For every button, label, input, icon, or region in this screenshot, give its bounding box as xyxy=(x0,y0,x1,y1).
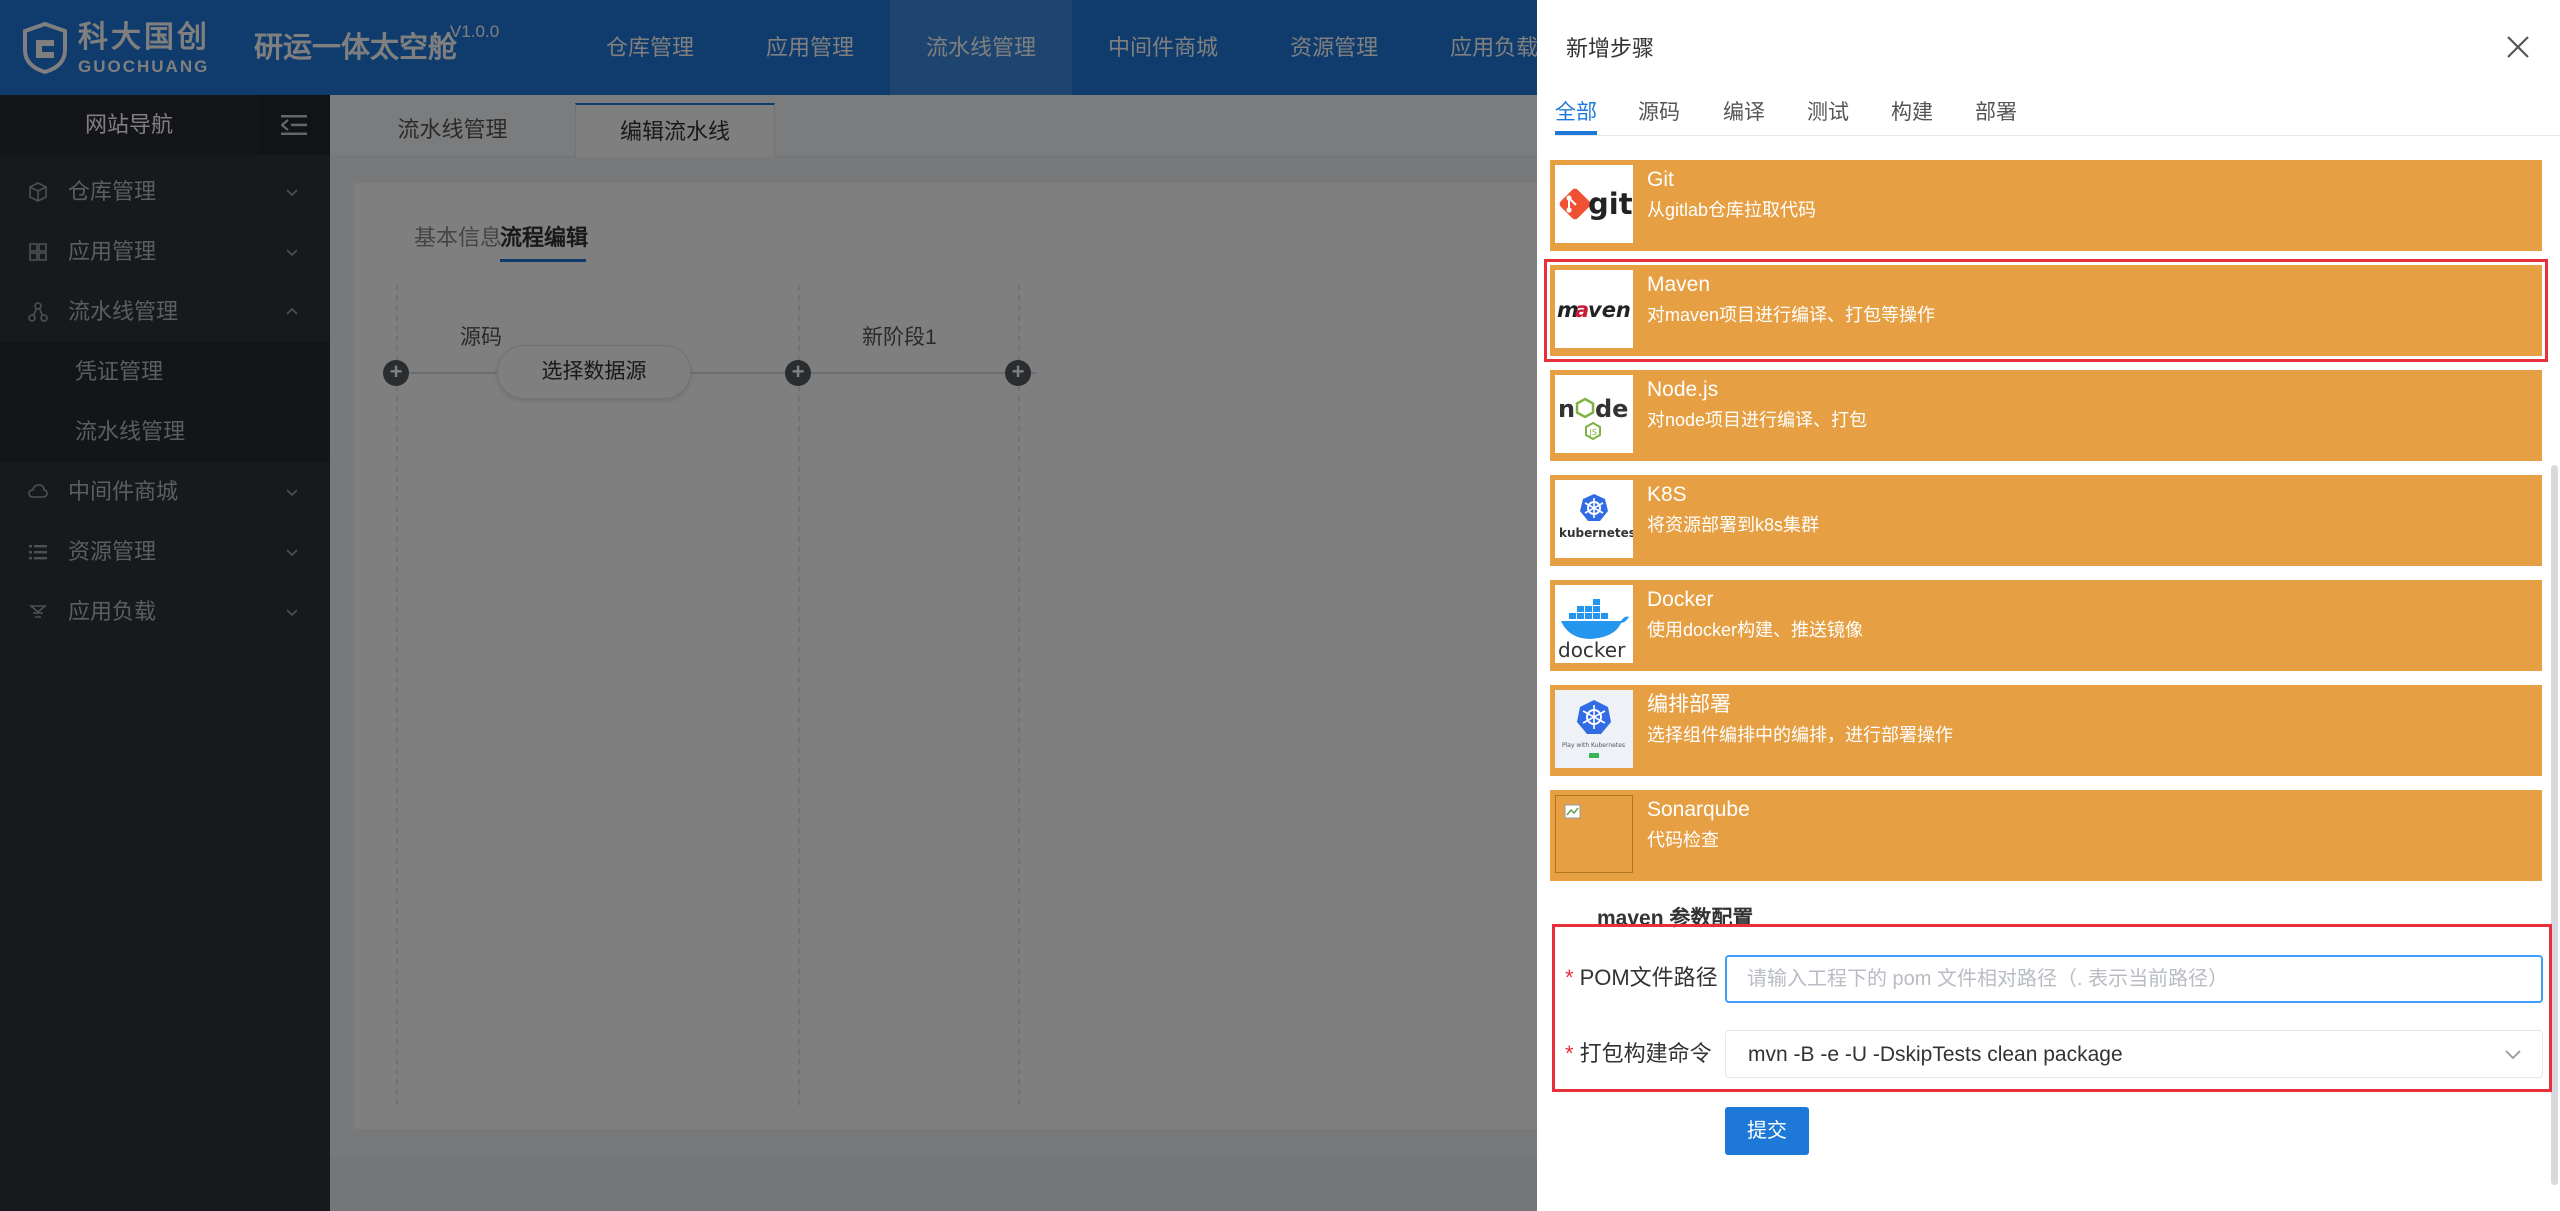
required-asterisk: * xyxy=(1565,1041,1574,1066)
svg-text:docker: docker xyxy=(1558,638,1626,662)
svg-text:git: git xyxy=(1588,187,1633,221)
svg-text:Play with Kubernetes: Play with Kubernetes xyxy=(1562,742,1625,749)
close-icon[interactable] xyxy=(2503,32,2533,62)
step-desc: 选择组件编排中的编排，进行部署操作 xyxy=(1647,725,1953,745)
maven-logo: m a ven xyxy=(1555,270,1633,348)
step-name: K8S xyxy=(1647,483,1687,506)
build-command-label: * 打包构建命令 xyxy=(1565,1039,1712,1069)
category-tab-test[interactable]: 测试 xyxy=(1807,94,1849,132)
svg-text:ven: ven xyxy=(1588,298,1631,322)
step-desc: 对maven项目进行编译、打包等操作 xyxy=(1647,305,1936,325)
drawer-scrollbar[interactable] xyxy=(2551,465,2558,1185)
step-desc: 将资源部署到k8s集群 xyxy=(1647,515,1820,535)
category-tab-all[interactable]: 全部 xyxy=(1555,94,1597,132)
docker-logo: docker xyxy=(1555,585,1633,663)
step-name: 编排部署 xyxy=(1647,693,1731,716)
category-tab-source[interactable]: 源码 xyxy=(1638,94,1680,132)
step-card-k8s[interactable]: kubernetes K8S 将资源部署到k8s集群 xyxy=(1550,475,2542,566)
step-name: Docker xyxy=(1647,588,1714,611)
step-desc: 使用docker构建、推送镜像 xyxy=(1647,620,1864,640)
step-name: Git xyxy=(1647,168,1674,191)
category-underline xyxy=(1555,131,1597,135)
svg-text:JS: JS xyxy=(1589,428,1597,437)
build-command-value: mvn -B -e -U -DskipTests clean package xyxy=(1748,1043,2123,1066)
svg-text:kubernetes: kubernetes xyxy=(1559,526,1633,540)
step-name: Sonarqube xyxy=(1647,798,1750,821)
svg-text:n: n xyxy=(1558,395,1575,423)
drawer-title: 新增步骤 xyxy=(1566,36,1655,61)
pom-path-input[interactable] xyxy=(1725,955,2543,1003)
step-card-sonarqube[interactable]: Sonarqube 代码检查 xyxy=(1550,790,2542,881)
nodejs-logo: n de JS xyxy=(1555,375,1633,453)
pom-path-label: * POM文件路径 xyxy=(1565,963,1718,993)
build-command-select[interactable]: mvn -B -e -U -DskipTests clean package xyxy=(1725,1030,2543,1078)
build-command-label-text: 打包构建命令 xyxy=(1579,1041,1712,1066)
step-card-git[interactable]: git Git 从gitlab仓库拉取代码 xyxy=(1550,160,2542,251)
step-category-tabs: 全部 源码 编译 测试 构建 部署 xyxy=(1555,90,2560,136)
step-card-maven[interactable]: m a ven Maven 对maven项目进行编译、打包等操作 xyxy=(1544,259,2548,362)
category-tab-build[interactable]: 构建 xyxy=(1891,94,1933,132)
step-desc: 从gitlab仓库拉取代码 xyxy=(1647,200,1817,220)
category-tab-compile[interactable]: 编译 xyxy=(1723,94,1765,132)
pom-path-label-text: POM文件路径 xyxy=(1579,965,1718,990)
step-desc: 对node项目进行编译、打包 xyxy=(1647,410,1868,430)
step-name: Maven xyxy=(1647,273,1711,296)
submit-button[interactable]: 提交 xyxy=(1725,1107,1809,1155)
svg-text:de: de xyxy=(1595,395,1628,423)
kubernetes-logo: kubernetes xyxy=(1555,480,1633,558)
step-desc: 代码检查 xyxy=(1647,830,1719,850)
step-name: Node.js xyxy=(1647,378,1719,401)
step-card-orchestration[interactable]: Play with Kubernetes 编排部署 选择组件编排中的编排，进行部… xyxy=(1550,685,2542,776)
play-with-kubernetes-logo: Play with Kubernetes xyxy=(1555,690,1633,768)
step-card-nodejs[interactable]: n de JS Node.js 对node项目进行编译、打包 xyxy=(1550,370,2542,461)
chevron-down-icon xyxy=(2505,1050,2521,1060)
step-card-docker[interactable]: docker Docker 使用docker构建、推送镜像 xyxy=(1550,580,2542,671)
category-tab-deploy[interactable]: 部署 xyxy=(1975,94,2017,132)
git-logo: git xyxy=(1555,165,1633,243)
add-step-drawer: 新增步骤 全部 源码 编译 测试 构建 部署 git Git 从gitlab仓库… xyxy=(1537,0,2560,1211)
broken-image-icon xyxy=(1555,795,1633,873)
required-asterisk: * xyxy=(1565,965,1574,990)
